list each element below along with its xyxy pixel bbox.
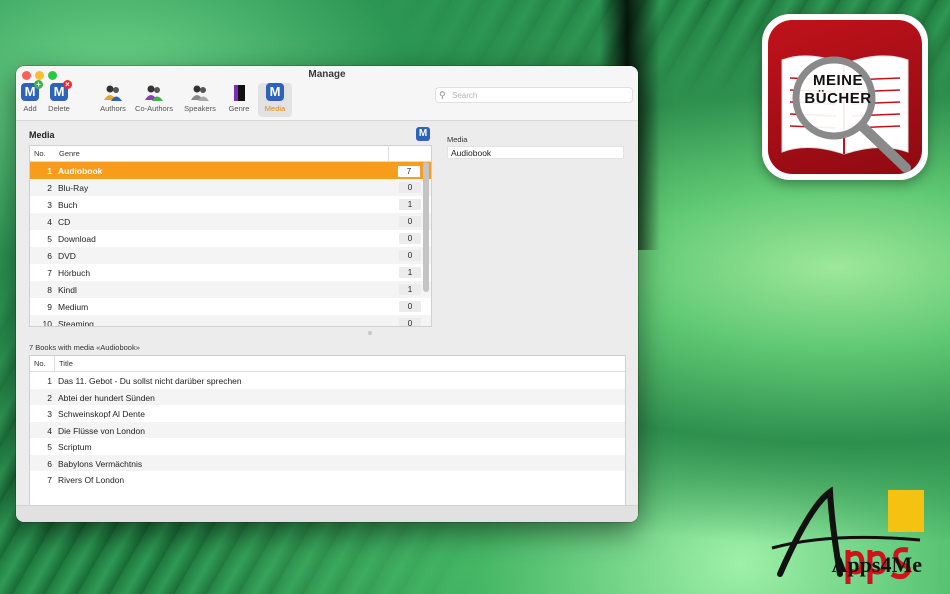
media-name-field[interactable]	[447, 146, 624, 159]
titlebar: Manage M + Add M × Delete Authors Co-Autho…	[16, 66, 638, 121]
manage-window: Manage M + Add M × Delete Authors Co-Autho…	[16, 66, 638, 522]
col-no[interactable]: No.	[34, 359, 46, 368]
genre-book-icon	[234, 85, 245, 101]
table-row[interactable]: 5 Download 0	[30, 230, 431, 247]
table-row[interactable]: 6 Babylons Vermächtnis	[30, 454, 625, 471]
app-icon-label: MEINE BÜCHER	[804, 72, 872, 107]
meine-buecher-app-icon: MEINE BÜCHER	[762, 14, 928, 180]
x-badge-icon: ×	[63, 80, 72, 89]
search-icon: ⚲	[439, 90, 446, 100]
media-table: No. Genre 1 Audiobook 7 2 Blu-Ray 0 3 Buch 1 4…	[29, 145, 432, 327]
split-view-handle[interactable]	[368, 331, 372, 335]
delete-media-icon: M ×	[50, 80, 72, 101]
table-row[interactable]: 2 Blu-Ray 0	[30, 179, 431, 196]
co-authors-button[interactable]: Co-Authors	[133, 83, 175, 117]
media-icon: M	[266, 83, 284, 101]
speakers-button[interactable]: Speakers	[182, 83, 218, 117]
add-media-icon: M +	[21, 80, 43, 101]
media-button[interactable]: M Media	[258, 83, 292, 117]
books-table-header: No. Title	[30, 356, 625, 372]
co-authors-button-label: Co-Authors	[135, 104, 173, 113]
add-button[interactable]: M + Add	[19, 80, 43, 117]
media-table-scrollbar[interactable]	[423, 162, 429, 292]
table-row[interactable]: 1 Audiobook 7	[30, 162, 431, 179]
table-row[interactable]: 4 Die Flüsse von London	[30, 421, 625, 438]
table-row[interactable]: 1 Das 11. Gebot - Du sollst nicht darüber…	[30, 372, 625, 389]
media-button-label: Media	[264, 104, 286, 113]
table-row[interactable]: 10 Steaming 0	[30, 315, 431, 326]
speakers-button-label: Speakers	[184, 104, 216, 113]
books-table-body: 1 Das 11. Gebot - Du sollst nicht darüber…	[30, 372, 625, 488]
table-row[interactable]: 3 Buch 1	[30, 196, 431, 213]
window-bottom-bar	[16, 505, 638, 522]
table-row[interactable]: 9 Medium 0	[30, 298, 431, 315]
table-row[interactable]: 5 Scriptum	[30, 438, 625, 455]
table-row[interactable]: 7 Hörbuch 1	[30, 264, 431, 281]
media-section-title: Media	[29, 130, 55, 140]
window-title: Manage	[308, 69, 346, 80]
table-row[interactable]: 4 CD 0	[30, 213, 431, 230]
media-table-body: 1 Audiobook 7 2 Blu-Ray 0 3 Buch 1 4 CD 0 5 Downl…	[30, 162, 431, 326]
media-table-header: No. Genre	[30, 146, 431, 162]
table-row[interactable]: 6 DVD 0	[30, 247, 431, 264]
table-row[interactable]: 7 Rivers Of London	[30, 471, 625, 488]
add-button-label: Add	[23, 104, 37, 113]
authors-button-label: Authors	[100, 104, 126, 113]
table-row[interactable]: 2 Abtei der hundert Sünden	[30, 388, 625, 405]
table-row[interactable]: 3 Schweinskopf Al Dente	[30, 405, 625, 422]
apps4me-wordmark: Apps4Me	[831, 552, 922, 577]
media-badge-icon: M	[416, 127, 430, 141]
search-input[interactable]	[452, 88, 628, 102]
genre-button-label: Genre	[228, 104, 250, 113]
col-title[interactable]: Title	[59, 359, 73, 368]
search-field[interactable]: ⚲	[435, 87, 633, 103]
delete-button[interactable]: M × Delete	[46, 80, 72, 117]
speakers-people-icon	[191, 85, 209, 101]
co-authors-people-icon	[145, 85, 163, 101]
authors-button[interactable]: Authors	[98, 83, 128, 117]
col-no[interactable]: No.	[34, 149, 46, 158]
apps4me-logo: Apps4Me	[770, 486, 940, 586]
books-table: No. Title 1 Das 11. Gebot - Du sollst nic…	[29, 355, 626, 507]
detail-media-label: Media	[447, 135, 468, 144]
authors-people-icon	[104, 85, 122, 101]
table-row[interactable]: 8 Kindl 1	[30, 281, 431, 298]
books-caption: 7 Books with media «Audiobook»	[29, 343, 140, 352]
genre-button[interactable]: Genre	[225, 83, 253, 117]
col-genre[interactable]: Genre	[59, 149, 80, 158]
delete-button-label: Delete	[48, 104, 70, 113]
plus-badge-icon: +	[34, 80, 43, 89]
